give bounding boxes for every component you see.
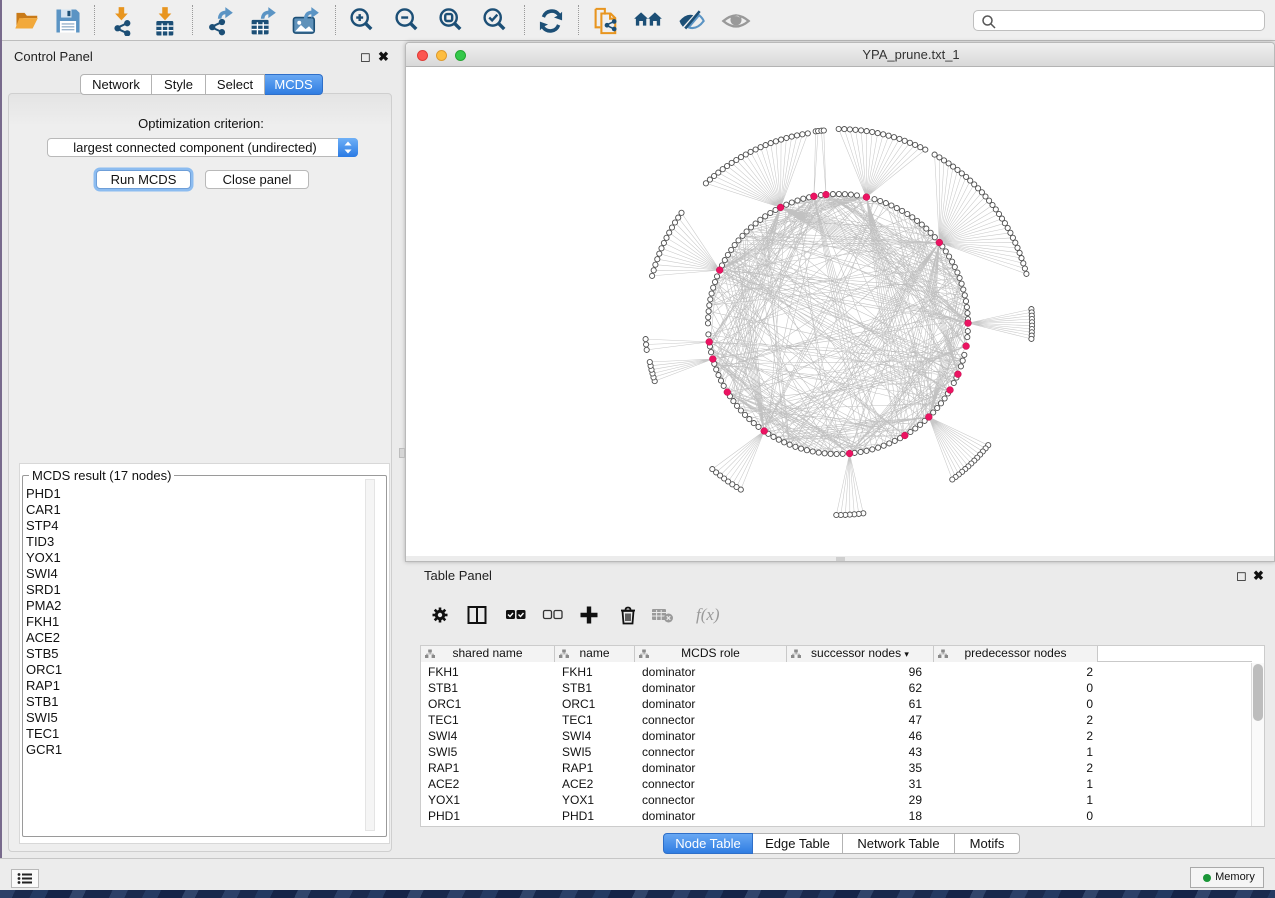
svg-text:f(x): f(x) — [696, 605, 720, 624]
